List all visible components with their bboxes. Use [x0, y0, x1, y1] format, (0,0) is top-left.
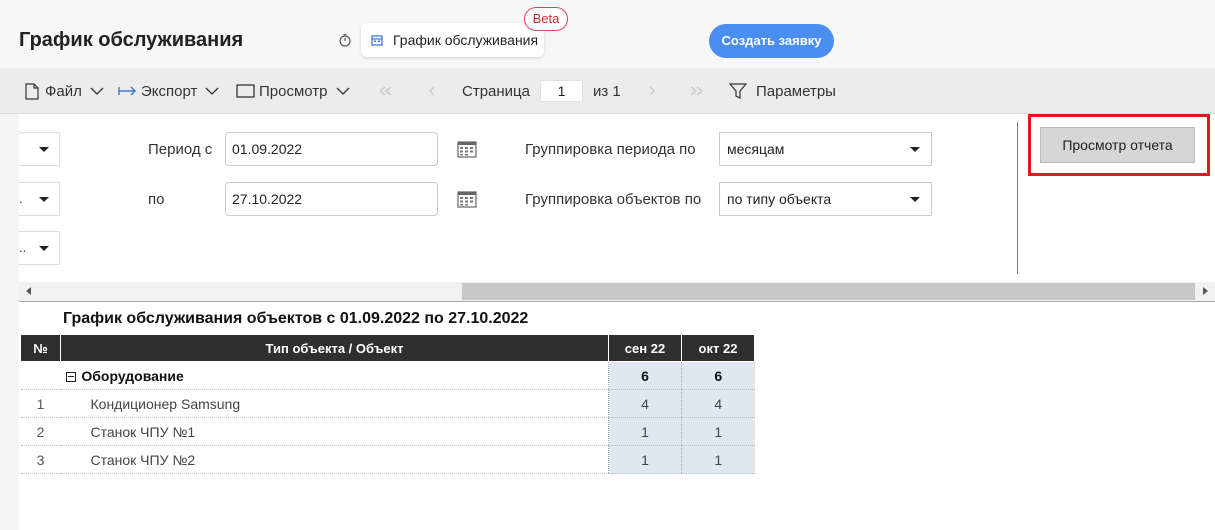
param-dropdown-1[interactable]	[19, 132, 60, 166]
table-header-row: № Тип объекта / Объект сен 22 окт 22	[20, 334, 755, 362]
param-dropdown-2[interactable]: .	[19, 182, 60, 216]
row-number	[20, 361, 61, 390]
chevron-down-icon	[336, 87, 349, 95]
calendar-icon[interactable]	[457, 190, 477, 208]
month-value: 1	[681, 445, 755, 474]
prev-page-icon	[429, 86, 435, 96]
last-page-icon	[690, 86, 703, 96]
page-count: из 1	[593, 82, 621, 100]
file-icon	[25, 82, 39, 100]
object-name: Станок ЧПУ №2	[60, 445, 609, 474]
column-header-number: №	[20, 334, 61, 362]
param-dropdown-3[interactable]: ..	[19, 231, 60, 265]
next-page-button[interactable]	[648, 68, 656, 114]
last-page-button[interactable]	[690, 68, 704, 114]
caret-down-icon	[910, 147, 920, 152]
tab-label: График обслуживания	[393, 32, 539, 48]
chevron-down-icon	[90, 87, 104, 95]
tab-maintenance-schedule[interactable]: График обслуживания	[361, 23, 544, 57]
chevron-down-icon	[205, 87, 219, 95]
highlight-frame	[1028, 114, 1210, 176]
row-number: 3	[20, 445, 61, 474]
filter-icon	[729, 82, 747, 99]
period-from-input[interactable]: 01.09.2022	[225, 132, 438, 166]
period-grouping-select[interactable]: месяцам	[719, 132, 932, 166]
page-label: Страница	[462, 82, 530, 100]
export-menu[interactable]: Экспорт	[118, 68, 219, 114]
group-name: Оборудование	[81, 367, 184, 384]
file-label: Файл	[45, 82, 82, 100]
month-value: 6	[681, 361, 755, 390]
report-toolbar: Файл Экспорт Просмотр Страница из 1 Пара…	[0, 68, 1215, 114]
period-grouping-label: Группировка периода по	[525, 141, 696, 158]
panel-divider	[1017, 122, 1018, 274]
month-value: 4	[681, 389, 755, 418]
page-title: График обслуживания	[19, 29, 244, 51]
beta-badge: Beta	[524, 7, 568, 31]
column-header-month: окт 22	[681, 334, 755, 362]
view-menu[interactable]: Просмотр	[236, 68, 350, 114]
group-row: Оборудование 6 6	[20, 361, 755, 390]
column-header-object: Тип объекта / Объект	[60, 334, 609, 362]
column-header-month: сен 22	[608, 334, 682, 362]
group-name-cell: Оборудование	[60, 361, 609, 390]
period-to-input[interactable]: 27.10.2022	[225, 182, 438, 216]
month-value: 1	[681, 417, 755, 446]
param-dropdown-value: ..	[19, 240, 27, 255]
table-row: 3 Станок ЧПУ №2 1 1	[20, 445, 755, 474]
scroll-right-icon[interactable]	[1203, 287, 1208, 295]
caret-down-icon	[910, 197, 920, 202]
window-icon	[236, 84, 255, 98]
first-page-button[interactable]	[378, 68, 392, 114]
scrollbar-thumb[interactable]	[462, 283, 1195, 300]
row-number: 1	[20, 389, 61, 418]
table-row: 2 Станок ЧПУ №1 1 1	[20, 417, 755, 446]
report-title: График обслуживания объектов с 01.09.202…	[63, 310, 529, 327]
table-row: 1 Кондиционер Samsung 4 4	[20, 389, 755, 418]
month-value: 4	[608, 389, 682, 418]
period-grouping-value: месяцам	[727, 141, 785, 157]
page-number-input[interactable]: 1	[540, 80, 583, 102]
report-table: № Тип объекта / Объект сен 22 окт 22 Обо…	[20, 334, 755, 474]
caret-down-icon	[39, 197, 49, 202]
page: График обслуживания График обслуживания …	[0, 0, 1215, 530]
object-grouping-label: Группировка объектов по	[525, 191, 702, 208]
history-icon[interactable]	[338, 33, 352, 47]
param-dropdown-value: .	[19, 191, 23, 206]
calendar-icon[interactable]	[457, 140, 477, 158]
collapse-icon[interactable]	[65, 371, 76, 382]
first-page-icon	[379, 86, 392, 96]
object-name: Кондиционер Samsung	[60, 389, 609, 418]
create-request-button[interactable]: Создать заявку	[709, 24, 834, 58]
row-number: 2	[20, 417, 61, 446]
parameters-label: Параметры	[756, 82, 836, 100]
object-grouping-value: по типу объекта	[727, 191, 832, 207]
export-label: Экспорт	[141, 82, 198, 100]
view-label: Просмотр	[259, 82, 328, 100]
month-value: 6	[608, 361, 682, 390]
object-grouping-select[interactable]: по типу объекта	[719, 182, 932, 216]
period-to-label: по	[148, 191, 165, 208]
caret-down-icon	[39, 147, 49, 152]
month-value: 1	[608, 445, 682, 474]
calendar-icon	[371, 35, 383, 46]
object-name: Станок ЧПУ №1	[60, 417, 609, 446]
period-from-label: Период с	[148, 141, 213, 158]
prev-page-button[interactable]	[428, 68, 436, 114]
month-value: 1	[608, 417, 682, 446]
caret-down-icon	[39, 246, 49, 251]
horizontal-scrollbar[interactable]	[19, 282, 1215, 301]
parameters-button[interactable]: Параметры	[729, 68, 836, 114]
file-menu[interactable]: Файл	[25, 68, 104, 114]
export-icon	[118, 86, 136, 96]
scroll-left-icon[interactable]	[26, 287, 31, 295]
next-page-icon	[649, 86, 655, 96]
